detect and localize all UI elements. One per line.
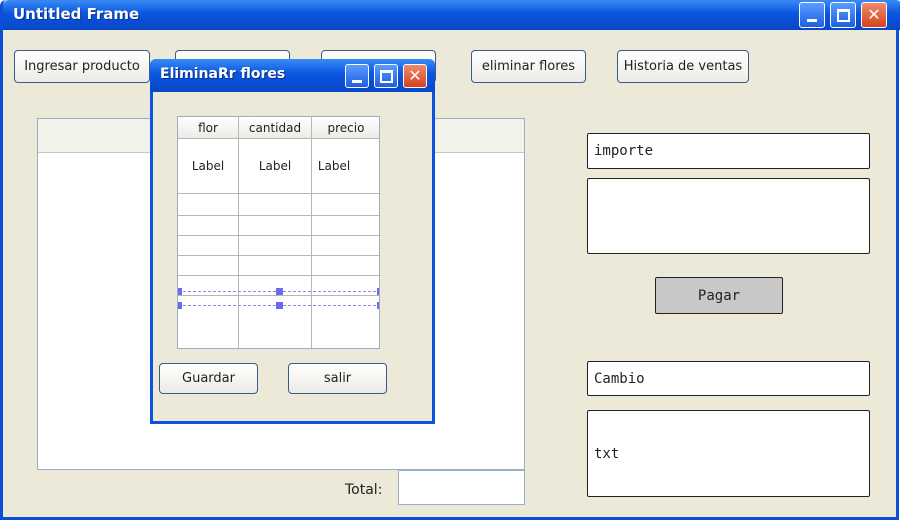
maximize-icon [836,8,850,22]
importe-label: importe [594,143,654,159]
window-title: Untitled Frame [13,5,140,23]
ingresar-producto-button[interactable]: Ingresar producto [14,50,150,83]
maximize-icon [379,69,393,83]
output-area[interactable]: txt [587,410,870,497]
column-header-flor[interactable]: flor [178,117,239,139]
main-window: Untitled Frame ✕ Ingresar producto elimi… [0,0,900,520]
close-icon: ✕ [408,66,422,85]
eliminar-flores-button[interactable]: eliminar flores [471,50,586,83]
guardar-button[interactable]: Guardar [159,363,258,394]
title-bar[interactable]: Untitled Frame ✕ [3,0,900,30]
column-header-precio[interactable]: precio [312,117,379,139]
resize-handle[interactable] [178,302,182,309]
row-divider [178,193,379,194]
total-field[interactable] [398,470,525,505]
table-cell[interactable]: Label [312,141,356,191]
close-button[interactable]: ✕ [861,2,887,28]
row-divider [178,235,379,236]
dialog-minimize-button[interactable] [345,64,369,88]
minimize-icon [807,18,817,22]
row-divider [178,215,379,216]
dialog-title: EliminaRr flores [160,66,286,82]
minimize-icon [352,79,362,83]
dialog-maximize-button[interactable] [374,64,398,88]
row-divider [178,275,379,276]
dialog-close-button[interactable]: ✕ [403,64,427,88]
resize-handle[interactable] [377,302,379,309]
importe-field[interactable]: importe [587,133,870,169]
historia-ventas-button[interactable]: Historia de ventas [617,50,749,83]
cambio-field[interactable]: Cambio [587,361,870,396]
close-icon: ✕ [867,5,881,24]
total-label: Total: [345,482,383,498]
maximize-button[interactable] [830,2,856,28]
column-header-cantidad[interactable]: cantidad [239,117,312,139]
resize-handle[interactable] [178,288,182,295]
importe-input-area[interactable] [587,178,870,254]
resize-handle[interactable] [276,302,283,309]
pagar-button[interactable]: Pagar [655,277,783,314]
cambio-label: Cambio [594,370,645,387]
salir-button[interactable]: salir [288,363,387,394]
resize-handle[interactable] [276,288,283,295]
flores-table[interactable]: flor cantidad precio Label Label Label [177,116,380,349]
resize-handle[interactable] [377,288,379,295]
output-text: txt [594,445,620,462]
row-divider [178,255,379,256]
dialog-title-bar[interactable]: EliminaRr flores ✕ [150,59,435,92]
minimize-button[interactable] [799,2,825,28]
table-cell[interactable]: Label [239,141,311,191]
table-cell[interactable]: Label [178,141,238,191]
eliminar-flores-dialog: EliminaRr flores ✕ flor cantidad precio … [150,59,435,424]
row-divider [178,295,379,296]
